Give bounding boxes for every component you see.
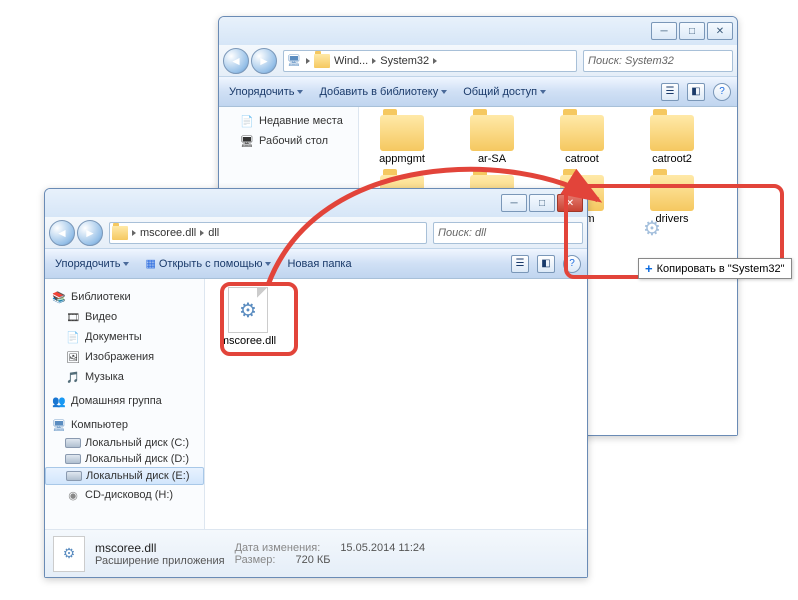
address-bar[interactable]: mscoree.dll dll xyxy=(109,222,427,244)
preview-pane-icon[interactable]: ◧ xyxy=(687,83,705,101)
music-icon: 🎵 xyxy=(65,369,81,385)
sidebar-item-music[interactable]: 🎵Музыка xyxy=(45,367,204,387)
sidebar-item-documents[interactable]: 📄Документы xyxy=(45,327,204,347)
add-to-library-button[interactable]: Добавить в библиотеку xyxy=(315,84,451,100)
folder-item[interactable]: ar-SA xyxy=(457,115,527,165)
folder-icon xyxy=(112,226,128,240)
disk-icon xyxy=(65,454,81,464)
file-item-mscoree-dll[interactable]: ⚙ mscoree.dll xyxy=(213,287,283,347)
computer-icon: 🖥 xyxy=(51,417,67,433)
preview-pane-icon[interactable]: ◧ xyxy=(537,255,555,273)
sidebar-item-video[interactable]: 🎞Видео xyxy=(45,307,204,327)
search-input[interactable]: Поиск: dll xyxy=(433,222,583,244)
open-with-button[interactable]: ▦Открыть с помощью xyxy=(141,255,275,272)
forward-button[interactable]: ► xyxy=(77,220,103,246)
back-button[interactable]: ◄ xyxy=(49,220,75,246)
organize-button[interactable]: Упорядочить xyxy=(225,84,307,100)
sidebar-item-cd[interactable]: ◉CD-дисковод (H:) xyxy=(45,485,204,505)
minimize-button[interactable]: ─ xyxy=(651,22,677,40)
explorer-window-dll: ─ □ ✕ ◄ ► mscoree.dll dll Поиск: dll Упо… xyxy=(44,188,588,578)
sidebar-item-disk-c[interactable]: Локальный диск (C:) xyxy=(45,435,204,451)
folder-item[interactable]: catroot xyxy=(547,115,617,165)
status-thumb-icon: ⚙ xyxy=(53,536,85,572)
drag-ghost-icon: ⚙ xyxy=(632,205,672,251)
plus-icon: + xyxy=(645,261,653,276)
titlebar[interactable]: ─ □ ✕ xyxy=(219,17,737,45)
view-icon[interactable]: ☰ xyxy=(511,255,529,273)
new-folder-button[interactable]: Новая папка xyxy=(283,256,355,272)
drag-tooltip: + Копировать в "System32" xyxy=(638,258,792,279)
status-size-label: Размер: xyxy=(235,554,276,566)
status-filetype: Расширение приложения xyxy=(95,555,225,567)
breadcrumb-item[interactable]: mscoree.dll xyxy=(140,227,196,239)
documents-icon: 📄 xyxy=(65,329,81,345)
search-input[interactable]: Поиск: System32 xyxy=(583,50,733,72)
help-icon[interactable]: ? xyxy=(563,255,581,273)
toolbar: Упорядочить ▦Открыть с помощью Новая пап… xyxy=(45,249,587,279)
share-button[interactable]: Общий доступ xyxy=(459,84,550,100)
organize-button[interactable]: Упорядочить xyxy=(51,256,133,272)
disk-icon xyxy=(65,438,81,448)
status-date-value: 15.05.2014 11:24 xyxy=(340,542,425,554)
status-date-label: Дата изменения: xyxy=(235,542,321,554)
breadcrumb-item[interactable]: Wind... xyxy=(334,55,368,67)
status-bar: ⚙ mscoree.dll Расширение приложения Дата… xyxy=(45,529,587,577)
address-bar[interactable]: 🖥 Wind... System32 xyxy=(283,50,577,72)
disk-icon xyxy=(66,471,82,481)
pictures-icon: 🖼 xyxy=(65,349,81,365)
maximize-button[interactable]: □ xyxy=(679,22,705,40)
desktop-icon: 🖥 xyxy=(239,133,255,149)
toolbar: Упорядочить Добавить в библиотеку Общий … xyxy=(219,77,737,107)
breadcrumb-item[interactable]: System32 xyxy=(380,55,429,67)
sidebar-item-disk-d[interactable]: Локальный диск (D:) xyxy=(45,451,204,467)
tooltip-text: Копировать в "System32" xyxy=(657,263,785,275)
breadcrumb-item[interactable]: dll xyxy=(208,227,219,239)
folder-icon xyxy=(314,54,330,68)
folder-item[interactable]: catroot2 xyxy=(637,115,707,165)
help-icon[interactable]: ? xyxy=(713,83,731,101)
content-area[interactable]: ⚙ mscoree.dll xyxy=(205,279,587,529)
navbar: ◄ ► mscoree.dll dll Поиск: dll xyxy=(45,217,587,249)
sidebar-group-libraries[interactable]: 📚Библиотеки xyxy=(45,287,204,307)
close-button[interactable]: ✕ xyxy=(557,194,583,212)
sidebar: 📚Библиотеки 🎞Видео 📄Документы 🖼Изображен… xyxy=(45,279,205,529)
sidebar-group-computer[interactable]: 🖥Компьютер xyxy=(45,415,204,435)
recent-icon: 📄 xyxy=(239,113,255,129)
view-icon[interactable]: ☰ xyxy=(661,83,679,101)
window-body: 📚Библиотеки 🎞Видео 📄Документы 🖼Изображен… xyxy=(45,279,587,529)
forward-button[interactable]: ► xyxy=(251,48,277,74)
maximize-button[interactable]: □ xyxy=(529,194,555,212)
sidebar-item-disk-e[interactable]: Локальный диск (E:) xyxy=(45,467,204,485)
minimize-button[interactable]: ─ xyxy=(501,194,527,212)
status-size-value: 720 КБ xyxy=(295,554,330,566)
close-button[interactable]: ✕ xyxy=(707,22,733,40)
status-filename: mscoree.dll xyxy=(95,541,225,555)
folder-item[interactable]: appmgmt xyxy=(367,115,437,165)
back-button[interactable]: ◄ xyxy=(223,48,249,74)
titlebar[interactable]: ─ □ ✕ xyxy=(45,189,587,217)
sidebar-item-recent[interactable]: 📄Недавние места xyxy=(219,111,358,131)
sidebar-item-desktop[interactable]: 🖥Рабочий стол xyxy=(219,131,358,151)
homegroup-icon: 👥 xyxy=(51,393,67,409)
computer-icon: 🖥 xyxy=(286,53,302,69)
file-label: mscoree.dll xyxy=(220,335,276,347)
video-icon: 🎞 xyxy=(65,309,81,325)
sidebar-group-homegroup[interactable]: 👥Домашняя группа xyxy=(45,391,204,411)
cd-icon: ◉ xyxy=(65,487,81,503)
sidebar-item-pictures[interactable]: 🖼Изображения xyxy=(45,347,204,367)
dll-file-icon: ⚙ xyxy=(228,287,268,333)
navbar: ◄ ► 🖥 Wind... System32 Поиск: System32 xyxy=(219,45,737,77)
libraries-icon: 📚 xyxy=(51,289,67,305)
